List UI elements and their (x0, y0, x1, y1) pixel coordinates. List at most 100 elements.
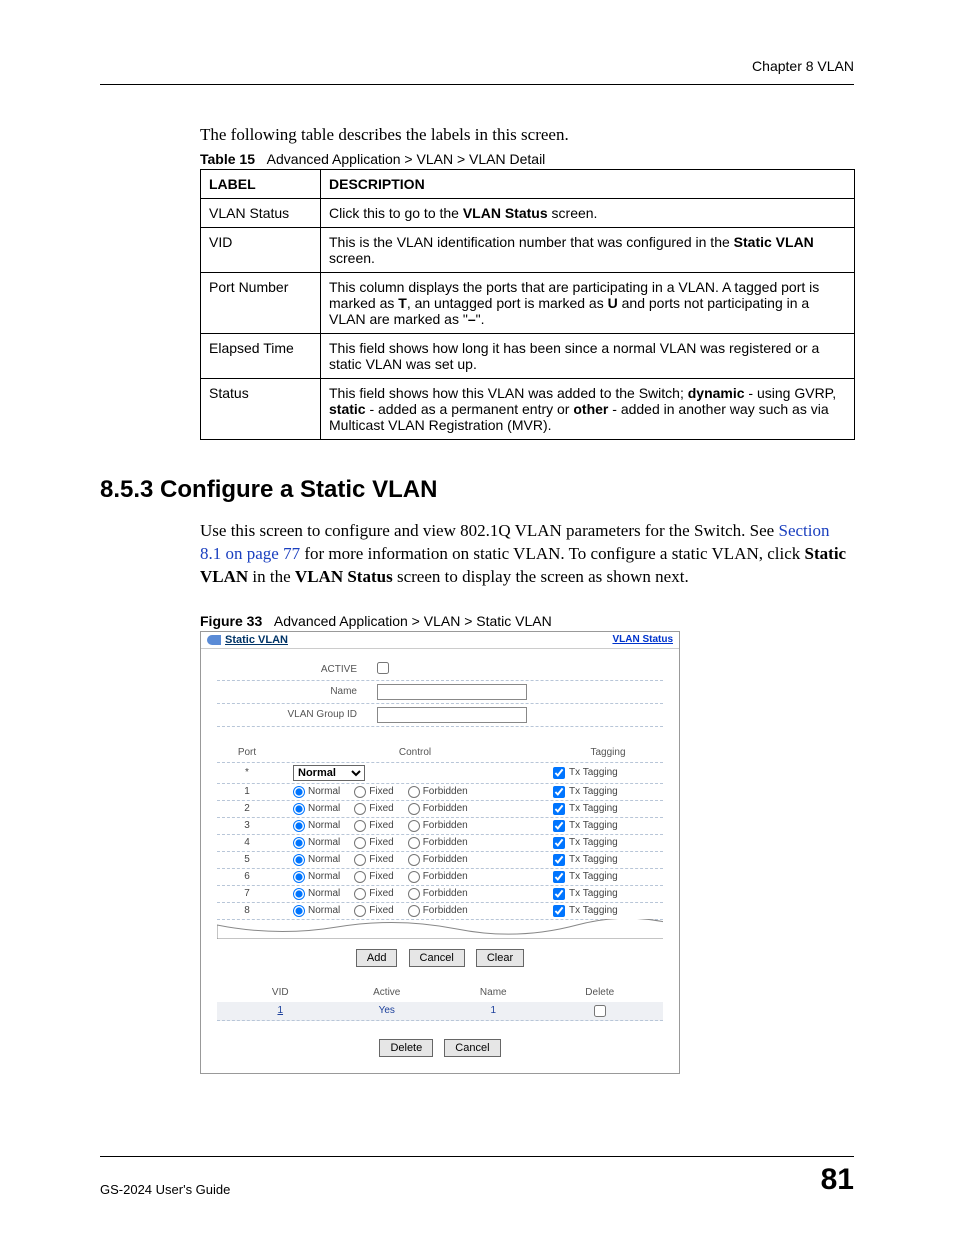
name-input[interactable] (377, 684, 527, 700)
fixed-radio[interactable] (354, 803, 366, 815)
fixed-radio[interactable] (354, 871, 366, 883)
table-caption-text: Advanced Application > VLAN > VLAN Detai… (267, 151, 546, 167)
txtag-checkbox[interactable] (553, 837, 565, 849)
vid-cell[interactable]: 1 (227, 1005, 334, 1017)
port-row: 3 Normal Fixed Forbidden Tx Tagging (217, 818, 663, 835)
name-cell: 1 (440, 1005, 547, 1017)
forbidden-radio[interactable] (408, 854, 420, 866)
fixed-label: Fixed (369, 905, 393, 916)
table-caption-num: Table 15 (200, 151, 255, 167)
fixed-label: Fixed (369, 786, 393, 797)
txtag-checkbox[interactable] (553, 803, 565, 815)
txtag-checkbox[interactable] (553, 767, 565, 779)
section-heading: 8.5.3 Configure a Static VLAN (100, 476, 854, 504)
port-row: 8 Normal Fixed Forbidden Tx Tagging (217, 903, 663, 920)
vid-header: VID (227, 987, 334, 998)
forbidden-label: Forbidden (423, 888, 468, 899)
port-row: 4 Normal Fixed Forbidden Tx Tagging (217, 835, 663, 852)
forbidden-radio[interactable] (408, 786, 420, 798)
txtag-checkbox[interactable] (553, 905, 565, 917)
active-checkbox[interactable] (377, 662, 389, 674)
normal-label: Normal (308, 786, 340, 797)
name-header: Name (440, 987, 547, 998)
port-row: 1 Normal Fixed Forbidden Tx Tagging (217, 784, 663, 801)
normal-radio[interactable] (293, 888, 305, 900)
fixed-radio[interactable] (354, 854, 366, 866)
fixed-label: Fixed (369, 837, 393, 848)
vlan-status-link[interactable]: VLAN Status (612, 634, 673, 645)
clear-button[interactable]: Clear (476, 949, 524, 967)
fixed-radio[interactable] (354, 837, 366, 849)
panel-title: Static VLAN (225, 634, 288, 646)
txtag-checkbox[interactable] (553, 871, 565, 883)
txtag-checkbox[interactable] (553, 854, 565, 866)
normal-label: Normal (308, 905, 340, 916)
forbidden-radio[interactable] (408, 871, 420, 883)
footer-guide: GS-2024 User's Guide (100, 1182, 230, 1197)
forbidden-label: Forbidden (423, 803, 468, 814)
groupid-label: VLAN Group ID (217, 709, 377, 720)
panel-icon (207, 635, 221, 645)
normal-radio[interactable] (293, 786, 305, 798)
cancel-button-lower[interactable]: Cancel (444, 1039, 500, 1057)
table-caption: Table 15 Advanced Application > VLAN > V… (200, 151, 854, 167)
groupid-input[interactable] (377, 707, 527, 723)
fixed-label: Fixed (369, 803, 393, 814)
normal-radio[interactable] (293, 854, 305, 866)
static-vlan-figure: Static VLAN VLAN Status ACTIVE Name VLAN… (200, 631, 680, 1074)
cell-desc: Click this to go to the VLAN Status scre… (321, 199, 855, 228)
table-row: VID This is the VLAN identification numb… (201, 228, 855, 273)
fixed-radio[interactable] (354, 888, 366, 900)
delete-button[interactable]: Delete (379, 1039, 433, 1057)
control-select[interactable]: Normal (293, 765, 365, 781)
txtag-checkbox[interactable] (553, 888, 565, 900)
figure-caption: Figure 33 Advanced Application > VLAN > … (200, 613, 854, 629)
table-row: Elapsed Time This field shows how long i… (201, 334, 855, 379)
cell-desc: This field shows how this VLAN was added… (321, 379, 855, 440)
normal-radio[interactable] (293, 803, 305, 815)
fixed-radio[interactable] (354, 786, 366, 798)
fixed-radio[interactable] (354, 820, 366, 832)
fixed-label: Fixed (369, 854, 393, 865)
forbidden-label: Forbidden (423, 837, 468, 848)
txtag-label: Tx Tagging (569, 854, 618, 865)
normal-radio[interactable] (293, 820, 305, 832)
delete-header: Delete (547, 987, 654, 998)
forbidden-radio[interactable] (408, 820, 420, 832)
header-rule (100, 84, 854, 85)
normal-radio[interactable] (293, 871, 305, 883)
port-header: Port (217, 747, 277, 758)
cell-label: Port Number (201, 273, 321, 334)
torn-edge (217, 919, 663, 939)
delete-checkbox[interactable] (594, 1005, 606, 1017)
normal-radio[interactable] (293, 837, 305, 849)
cancel-button[interactable]: Cancel (409, 949, 465, 967)
section-body: Use this screen to configure and view 80… (200, 520, 854, 589)
vlan-detail-table: LABEL DESCRIPTION VLAN Status Click this… (200, 169, 855, 440)
active-header: Active (334, 987, 441, 998)
txtag-label: Tx Tagging (569, 837, 618, 848)
page-number: 81 (821, 1163, 854, 1197)
txtag-checkbox[interactable] (553, 820, 565, 832)
port-row: 2 Normal Fixed Forbidden Tx Tagging (217, 801, 663, 818)
txtag-label: Tx Tagging (569, 767, 618, 778)
add-button[interactable]: Add (356, 949, 398, 967)
port-number: 2 (217, 803, 277, 814)
cell-desc: This field shows how long it has been si… (321, 334, 855, 379)
txtag-checkbox[interactable] (553, 786, 565, 798)
chapter-label: Chapter 8 VLAN (100, 58, 854, 74)
normal-label: Normal (308, 803, 340, 814)
txtag-label: Tx Tagging (569, 888, 618, 899)
table-row: Status This field shows how this VLAN wa… (201, 379, 855, 440)
port-number: 8 (217, 905, 277, 916)
port-row: 7 Normal Fixed Forbidden Tx Tagging (217, 886, 663, 903)
forbidden-radio[interactable] (408, 905, 420, 917)
cell-desc: This is the VLAN identification number t… (321, 228, 855, 273)
port-number: 3 (217, 820, 277, 831)
forbidden-radio[interactable] (408, 888, 420, 900)
forbidden-radio[interactable] (408, 803, 420, 815)
fixed-radio[interactable] (354, 905, 366, 917)
port-row: 6 Normal Fixed Forbidden Tx Tagging (217, 869, 663, 886)
forbidden-radio[interactable] (408, 837, 420, 849)
normal-radio[interactable] (293, 905, 305, 917)
